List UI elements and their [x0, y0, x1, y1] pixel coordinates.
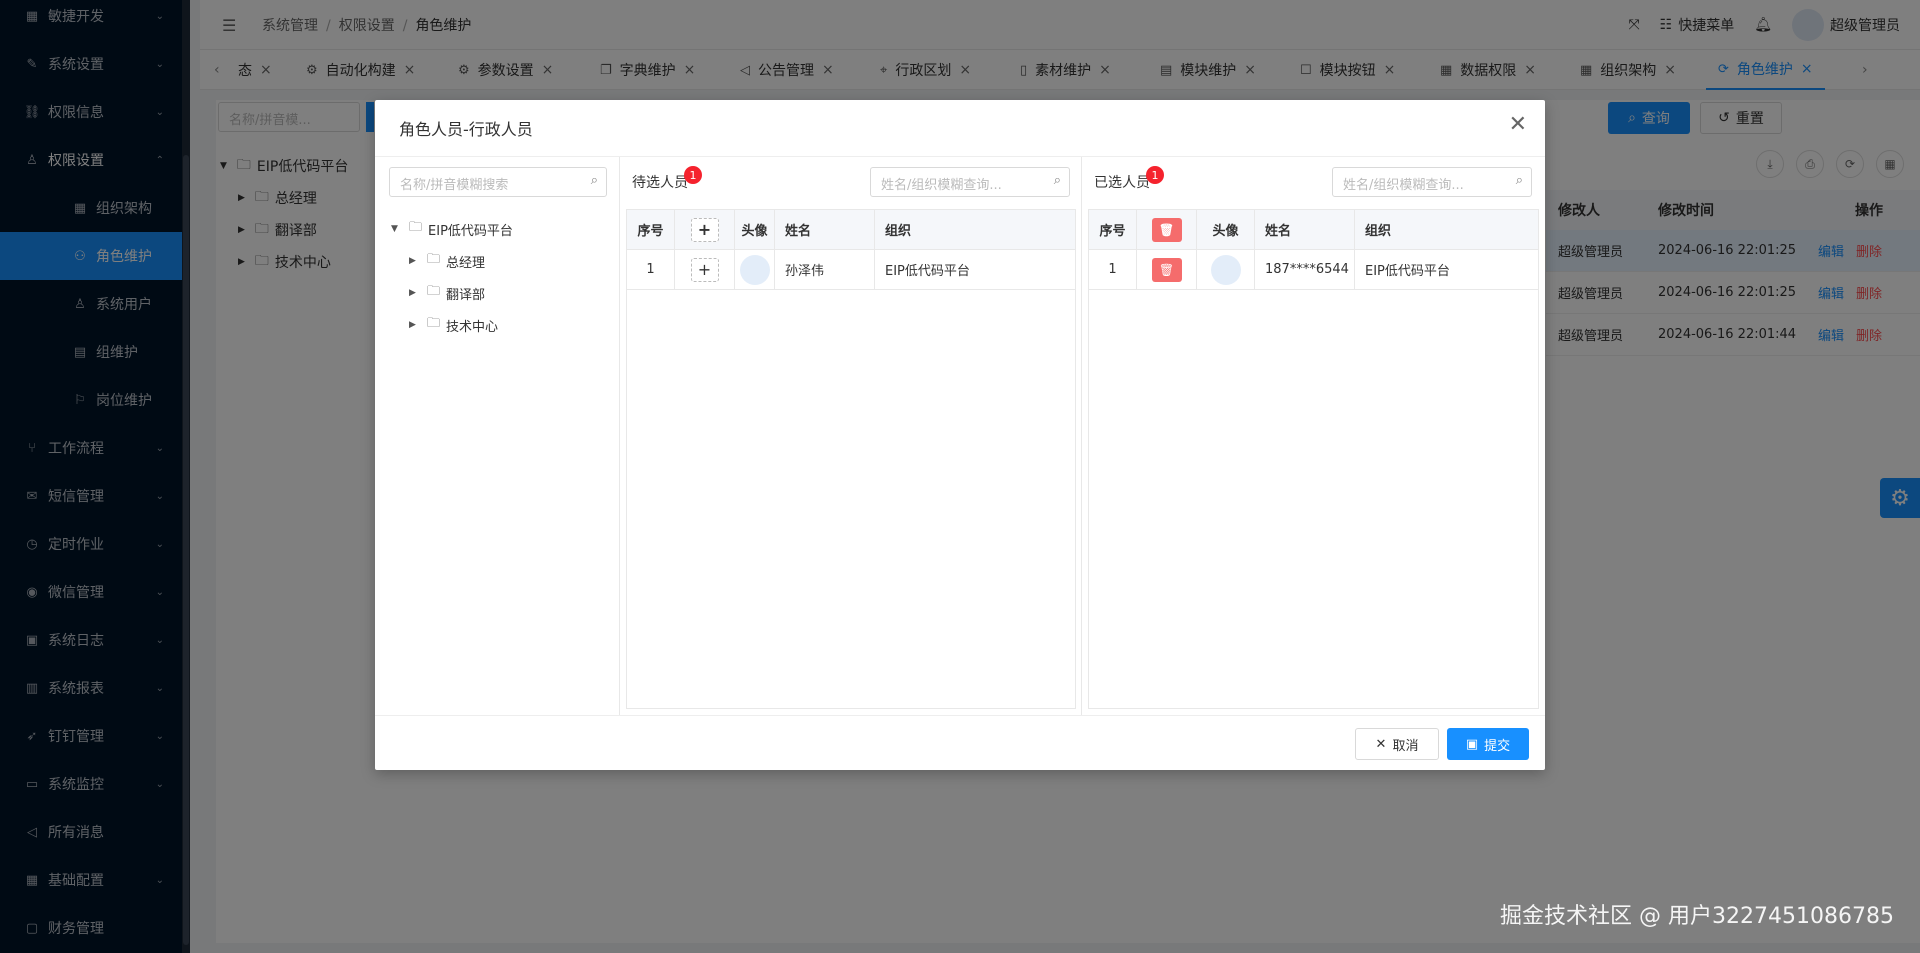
cancel-button[interactable]: ✕ 取消 — [1355, 728, 1439, 760]
selected-users-panel: 已选人员 1 姓名/组织模糊查询... ⌕ 序号 🗑︎ 头像 姓名 组织 1 🗑︎ — [1082, 157, 1545, 715]
column-header: 序号 — [627, 210, 675, 249]
save-icon: ▣ — [1465, 736, 1479, 752]
selected-grid: 序号 🗑︎ 头像 姓名 组织 1 🗑︎ 187****6544 EIP低代码平台 — [1088, 209, 1539, 709]
tree-node-root[interactable]: ▼ 🗀︎ EIP低代码平台 — [391, 213, 513, 245]
folder-icon: 🗀︎ — [409, 220, 423, 235]
org-search-placeholder: 名称/拼音模糊搜索 — [400, 178, 509, 193]
org-tree: ▼ 🗀︎ EIP低代码平台 ▶ 🗀︎ 总经理 ▶ 🗀︎ 翻译部 ▶ 🗀︎ 技术中心 — [391, 213, 513, 341]
cell-avatar — [735, 250, 775, 289]
dialog-title: 角色人员-行政人员 — [399, 120, 533, 139]
caret-right-icon[interactable]: ▶ — [409, 320, 427, 330]
cell-org: EIP低代码平台 — [885, 264, 970, 279]
grid-header: 序号 🗑︎ 头像 姓名 组织 — [1089, 210, 1538, 250]
selected-search-input[interactable]: 姓名/组织模糊查询... ⌕ — [1332, 167, 1532, 197]
dialog-footer: ✕ 取消 ▣ 提交 — [1355, 728, 1529, 760]
tree-node-label: 总经理 — [446, 255, 486, 271]
tree-node-label: EIP低代码平台 — [428, 223, 513, 239]
selected-search-placeholder: 姓名/组织模糊查询... — [1343, 178, 1464, 193]
cancel-label: 取消 — [1392, 738, 1419, 754]
column-header: 组织 — [885, 224, 912, 239]
pending-search-input[interactable]: 姓名/组织模糊查询... ⌕ — [870, 167, 1070, 197]
folder-icon: 🗀︎ — [427, 316, 441, 331]
cell-name: 孙泽伟 — [775, 250, 875, 289]
column-header: 序号 — [1089, 210, 1137, 249]
search-icon[interactable]: ⌕ — [1054, 173, 1061, 188]
column-header-add: + — [675, 210, 735, 249]
column-header: 姓名 — [775, 210, 875, 249]
tree-node[interactable]: ▶🗀︎ 技术中心 — [391, 309, 513, 341]
cell-add: + — [675, 250, 735, 289]
org-search-input[interactable]: 名称/拼音模糊搜索 ⌕ — [389, 167, 607, 197]
caret-right-icon[interactable]: ▶ — [409, 256, 427, 266]
search-icon[interactable]: ⌕ — [1516, 173, 1523, 188]
add-all-button[interactable]: + — [690, 217, 719, 242]
delete-user-button[interactable]: 🗑︎ — [1151, 257, 1182, 282]
cell-avatar — [1197, 250, 1255, 289]
folder-icon: 🗀︎ — [427, 284, 441, 299]
close-icon[interactable]: ✕ — [1509, 112, 1527, 137]
column-header: 头像 — [735, 210, 775, 249]
avatar — [739, 254, 770, 285]
selected-header: 已选人员 1 — [1094, 157, 1164, 207]
column-header-delete: 🗑︎ — [1137, 210, 1197, 249]
pending-title: 待选人员 — [632, 175, 688, 191]
pending-search-placeholder: 姓名/组织模糊查询... — [881, 178, 1002, 193]
search-icon[interactable]: ⌕ — [591, 173, 598, 188]
add-user-button[interactable]: + — [690, 257, 719, 282]
column-header: 姓名 — [1255, 210, 1355, 249]
table-row[interactable]: 1 🗑︎ 187****6544 EIP低代码平台 — [1089, 250, 1538, 290]
tree-node-label: 技术中心 — [446, 319, 499, 335]
cell-index: 1 — [627, 250, 675, 289]
cell-name: 187****6544 — [1255, 250, 1355, 289]
table-row[interactable]: 1 + 孙泽伟 EIP低代码平台 — [627, 250, 1075, 290]
pending-count-badge: 1 — [684, 166, 702, 184]
close-icon: ✕ — [1375, 736, 1387, 752]
submit-label: 提交 — [1484, 738, 1511, 754]
role-members-dialog: 角色人员-行政人员 ✕ 名称/拼音模糊搜索 ⌕ ▼ 🗀︎ EIP低代码平台 ▶ 🗀︎ 总… — [375, 100, 1545, 770]
delete-all-button[interactable]: 🗑︎ — [1151, 217, 1182, 242]
tree-node-label: 翻译部 — [446, 287, 486, 303]
column-header: 组织 — [1365, 224, 1392, 239]
tree-node[interactable]: ▶🗀︎ 翻译部 — [391, 277, 513, 309]
caret-down-icon[interactable]: ▼ — [391, 224, 409, 234]
caret-right-icon[interactable]: ▶ — [409, 288, 427, 298]
submit-button[interactable]: ▣ 提交 — [1447, 728, 1529, 760]
org-tree-panel: 名称/拼音模糊搜索 ⌕ ▼ 🗀︎ EIP低代码平台 ▶ 🗀︎ 总经理 ▶ 🗀︎ 翻译部 ▶ 🗀… — [375, 157, 620, 715]
tree-node[interactable]: ▶🗀︎ 总经理 — [391, 245, 513, 277]
avatar — [1210, 254, 1241, 285]
cell-org: EIP低代码平台 — [1365, 264, 1450, 279]
pending-grid: 序号 + 头像 姓名 组织 1 + 孙泽伟 EIP低代码平台 — [626, 209, 1076, 709]
pending-users-panel: 待选人员1 姓名/组织模糊查询... ⌕ 序号 + 头像 姓名 组织 1 + — [620, 157, 1082, 715]
watermark: 掘金技术社区 @ 用户3227451086785 — [1500, 904, 1894, 929]
selected-count-badge: 1 — [1146, 166, 1164, 184]
column-header: 头像 — [1197, 210, 1255, 249]
selected-title: 已选人员 — [1094, 175, 1150, 191]
folder-icon: 🗀︎ — [427, 252, 441, 267]
cell-index: 1 — [1089, 250, 1137, 289]
cell-delete: 🗑︎ — [1137, 250, 1197, 289]
pending-header: 待选人员 1 — [632, 157, 702, 207]
dialog-body: 名称/拼音模糊搜索 ⌕ ▼ 🗀︎ EIP低代码平台 ▶ 🗀︎ 总经理 ▶ 🗀︎ 翻译部 ▶ 🗀… — [375, 156, 1545, 716]
grid-header: 序号 + 头像 姓名 组织 — [627, 210, 1075, 250]
